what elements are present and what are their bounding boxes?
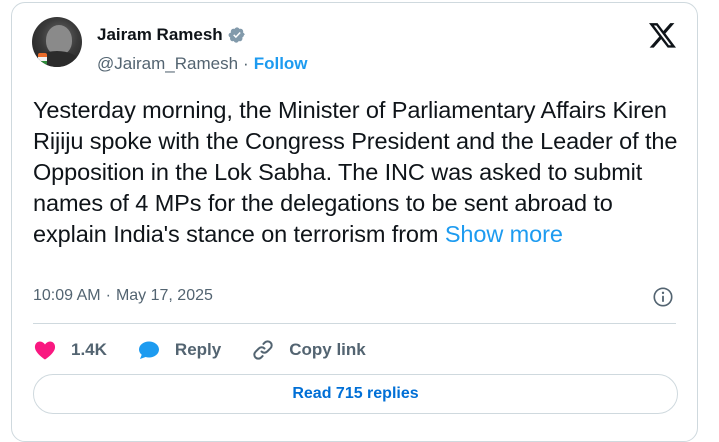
author-handle-row: @Jairam_Ramesh · Follow: [97, 54, 308, 74]
reply-label: Reply: [174, 340, 222, 359]
action-bar: 1.4K Reply Copy link: [33, 336, 396, 364]
author-name[interactable]: Jairam Ramesh: [97, 25, 223, 45]
info-icon[interactable]: [652, 286, 674, 308]
tweet-timestamp[interactable]: 10:09 AM · May 17, 2025: [33, 287, 213, 305]
divider: [33, 323, 676, 324]
heart-icon: [34, 341, 56, 360]
link-icon: [253, 340, 273, 360]
tweet-time: 10:09 AM: [33, 287, 101, 304]
like-button[interactable]: 1.4K: [33, 338, 107, 362]
avatar-flag-pin: [38, 53, 47, 65]
reply-button[interactable]: Reply: [137, 338, 221, 362]
copy-link-label: Copy link: [289, 340, 366, 359]
timestamp-separator: ·: [105, 287, 111, 304]
avatar[interactable]: [32, 17, 82, 67]
handle-separator: ·: [243, 54, 249, 73]
author-name-row: Jairam Ramesh: [97, 25, 246, 45]
tweet-text: Yesterday morning, the Minister of Parli…: [33, 95, 683, 250]
reply-bubble-icon: [138, 341, 159, 359]
show-more-link[interactable]: Show more: [445, 221, 563, 247]
tweet-card[interactable]: Jairam Ramesh @Jairam_Ramesh · Follow Ye…: [11, 2, 698, 442]
copy-link-button[interactable]: Copy link: [251, 338, 366, 362]
tweet-date: May 17, 2025: [115, 287, 213, 304]
read-replies-label: Read 715 replies: [292, 385, 419, 402]
x-logo-icon[interactable]: [649, 23, 677, 49]
verified-badge-icon: [228, 27, 245, 43]
tweet-body: Yesterday morning, the Minister of Parli…: [33, 97, 678, 247]
like-count: 1.4K: [71, 340, 107, 359]
author-handle[interactable]: @Jairam_Ramesh: [97, 54, 238, 74]
read-replies-button[interactable]: Read 715 replies: [33, 374, 678, 414]
follow-button[interactable]: Follow: [254, 54, 308, 74]
